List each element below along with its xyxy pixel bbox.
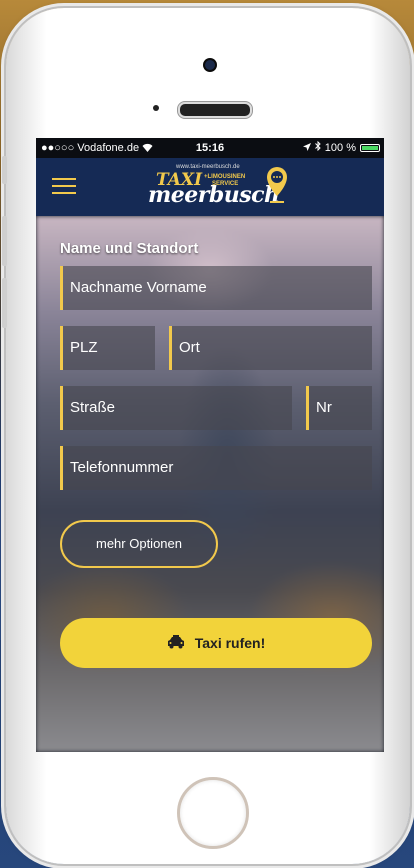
status-indicators: 100 % <box>302 138 380 158</box>
location-arrow-icon <box>302 138 311 158</box>
plz-input[interactable]: PLZ <box>60 326 155 370</box>
section-title: Name und Standort <box>60 240 199 257</box>
proximity-sensor <box>153 105 159 111</box>
battery-icon <box>360 144 380 152</box>
call-taxi-label: Taxi rufen! <box>194 635 266 651</box>
mute-switch <box>2 156 7 184</box>
hausnummer-input[interactable]: Nr <box>306 386 372 430</box>
taxi-car-icon <box>167 634 185 652</box>
earpiece-speaker <box>178 102 252 118</box>
front-camera <box>205 60 215 70</box>
battery-percent: 100 % <box>324 142 356 154</box>
strasse-input[interactable]: Straße <box>60 386 292 430</box>
volume-down-button <box>2 278 7 328</box>
menu-icon[interactable] <box>52 178 76 194</box>
name-input[interactable]: Nachname Vorname <box>60 266 372 310</box>
home-button[interactable] <box>177 777 249 849</box>
logo-meerbusch-text: meerbusch <box>148 182 280 208</box>
bluetooth-icon <box>314 138 321 158</box>
app-header: www.taxi-meerbusch.de TAXI +LIMOUSINEN S… <box>36 158 384 216</box>
battery-level <box>362 146 378 150</box>
call-taxi-button[interactable]: Taxi rufen! <box>60 618 372 668</box>
location-pin-icon <box>266 166 288 206</box>
more-options-button[interactable]: mehr Optionen <box>60 520 218 568</box>
app-screen: ●●○○○ Vodafone.de 15:16 100 % www.taxi-m… <box>36 138 384 752</box>
taxi-meerbusch-logo: www.taxi-meerbusch.de TAXI +LIMOUSINEN S… <box>148 164 298 212</box>
telefon-input[interactable]: Telefonnummer <box>60 446 372 490</box>
status-bar: ●●○○○ Vodafone.de 15:16 100 % <box>36 138 384 158</box>
ort-input[interactable]: Ort <box>169 326 372 370</box>
volume-up-button <box>2 216 7 266</box>
